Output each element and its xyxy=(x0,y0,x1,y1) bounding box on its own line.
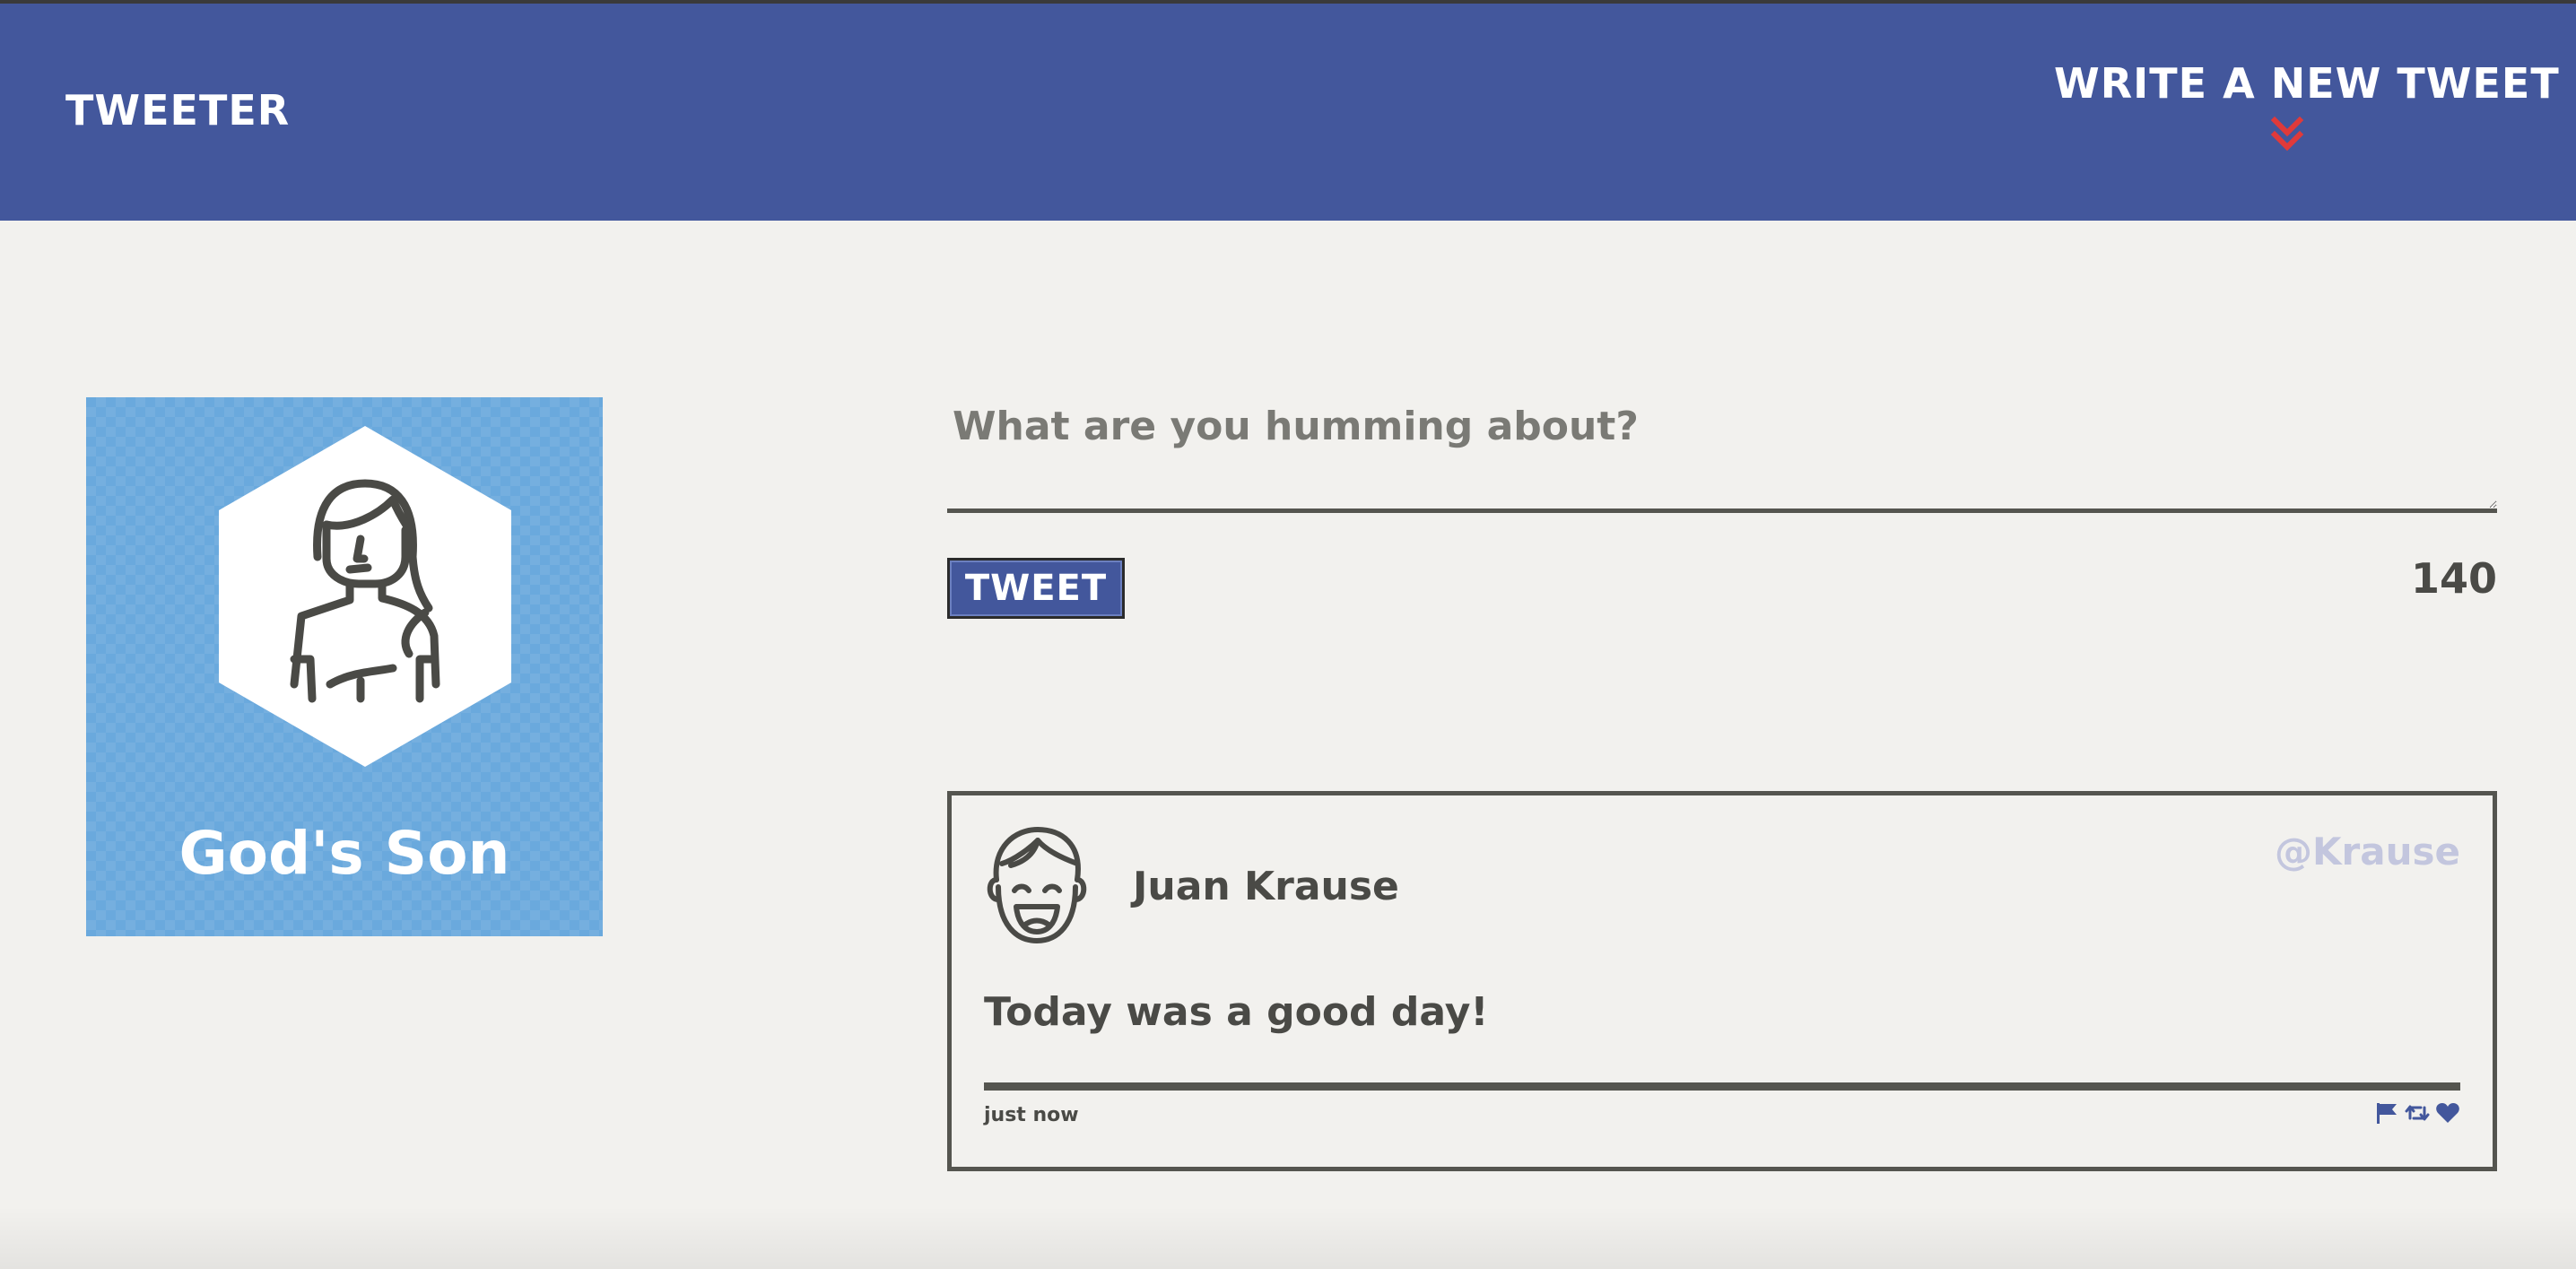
woman-avatar-icon xyxy=(219,426,511,767)
heart-icon[interactable] xyxy=(2435,1100,2460,1126)
tweet-body: Today was a good day! xyxy=(984,989,1489,1035)
tweet-submit-button[interactable]: TWEET xyxy=(947,558,1125,619)
tweet-author-handle: @Krause xyxy=(2275,830,2460,874)
write-new-tweet-toggle[interactable]: WRITE A NEW TWEET xyxy=(2054,59,2560,167)
character-counter: 140 xyxy=(2410,554,2497,603)
profile-name: God's Son xyxy=(178,819,510,888)
tweet-timestamp: just now xyxy=(984,1104,1079,1126)
tweet-divider xyxy=(984,1082,2460,1091)
top-navigation-bar: TWEETER WRITE A NEW TWEET xyxy=(0,4,2576,221)
profile-card: God's Son xyxy=(86,397,603,936)
write-new-tweet-label: WRITE A NEW TWEET xyxy=(2054,59,2560,108)
tweet-actions xyxy=(2374,1100,2460,1127)
new-tweet-form: TWEET 140 xyxy=(947,386,2497,619)
tweet-author-name: Juan Krause xyxy=(1133,864,1399,909)
tweet-textarea[interactable] xyxy=(947,386,2497,513)
tweet-card: Juan Krause @Krause Today was a good day… xyxy=(947,791,2497,1171)
page-bottom-shadow xyxy=(0,1206,2576,1269)
brand-logo[interactable]: TWEETER xyxy=(65,86,290,135)
flag-icon[interactable] xyxy=(2374,1100,2399,1126)
smiling-man-avatar-icon xyxy=(987,827,1087,943)
double-chevron-down-icon xyxy=(2270,116,2304,152)
retweet-icon[interactable] xyxy=(2405,1100,2430,1126)
